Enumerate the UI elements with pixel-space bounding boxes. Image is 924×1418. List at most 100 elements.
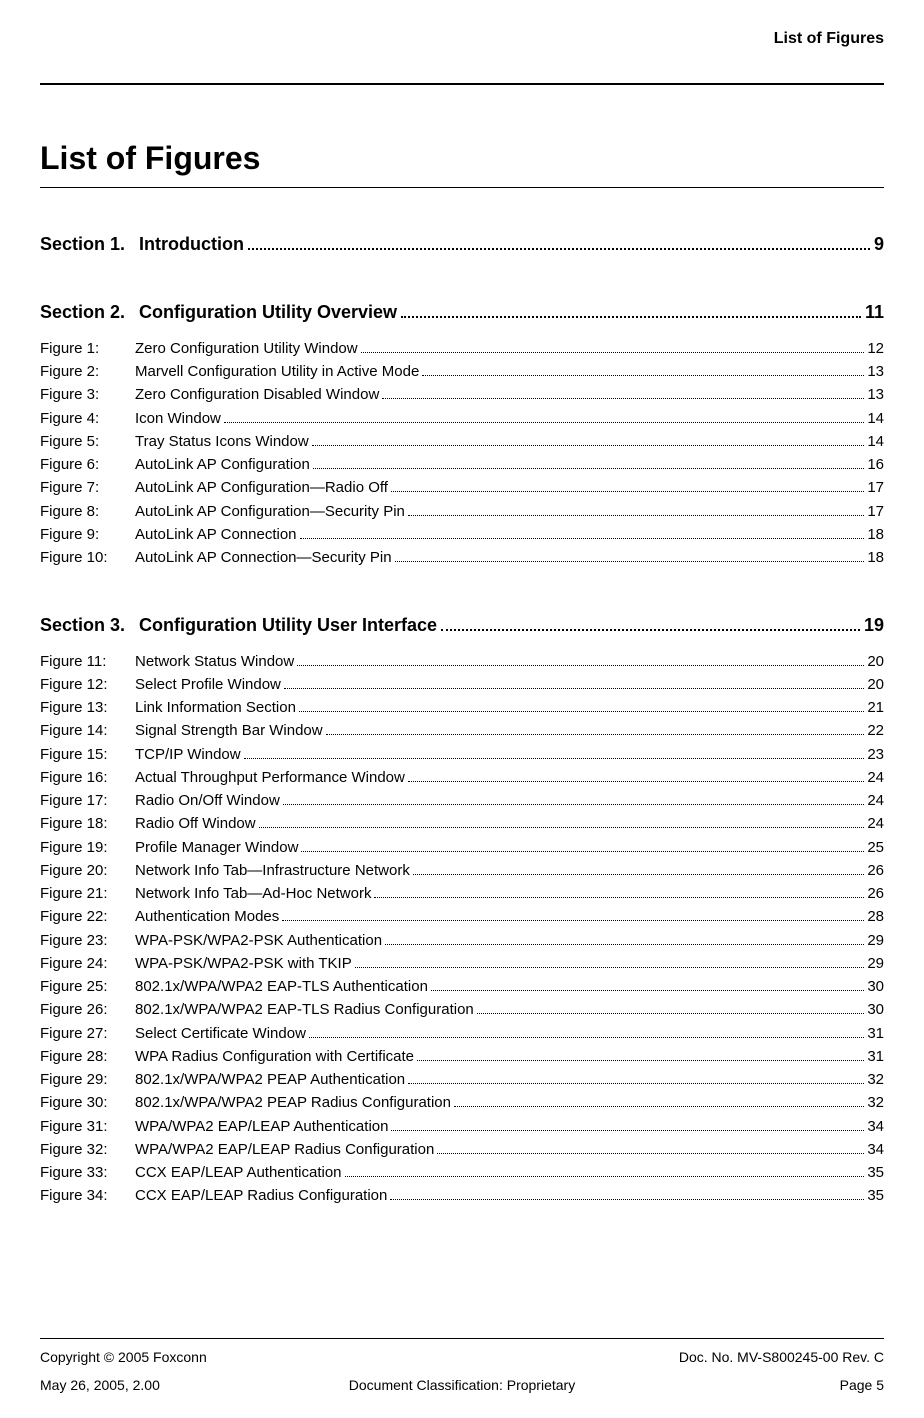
section-label: Section 3. — [40, 614, 125, 637]
figure-label: Figure 21: — [40, 882, 135, 905]
figure-page: 23 — [867, 743, 884, 766]
figure-label: Figure 14: — [40, 719, 135, 742]
toc-figure-row: Figure 21:Network Info Tab—Ad-Hoc Networ… — [40, 882, 884, 905]
figure-label: Figure 30: — [40, 1091, 135, 1114]
figure-label: Figure 6: — [40, 453, 135, 476]
leader-dots — [437, 1153, 864, 1154]
title-rule — [40, 187, 884, 188]
leader-dots — [390, 1199, 864, 1200]
figure-label: Figure 8: — [40, 500, 135, 523]
leader-dots — [385, 944, 864, 945]
toc-figure-row: Figure 31:WPA/WPA2 EAP/LEAP Authenticati… — [40, 1115, 884, 1138]
figure-title: Zero Configuration Disabled Window — [135, 383, 379, 406]
leader-dots — [382, 398, 864, 399]
figure-label: Figure 5: — [40, 430, 135, 453]
section-label: Section 2. — [40, 301, 125, 324]
figure-title: Actual Throughput Performance Window — [135, 766, 405, 789]
figure-page: 18 — [867, 546, 884, 569]
figure-label: Figure 31: — [40, 1115, 135, 1138]
toc-figure-row: Figure 12:Select Profile Window 20 — [40, 673, 884, 696]
figure-label: Figure 18: — [40, 812, 135, 835]
footer-date: May 26, 2005, 2.00 — [40, 1377, 280, 1393]
toc-figure-row: Figure 7:AutoLink AP Configuration—Radio… — [40, 476, 884, 499]
footer-docno: Doc. No. MV-S800245-00 Rev. C — [644, 1349, 884, 1365]
toc-figure-row: Figure 8:AutoLink AP Configuration—Secur… — [40, 500, 884, 523]
section-title: Configuration Utility User Interface — [139, 614, 437, 637]
leader-dots — [297, 665, 864, 666]
toc-figure-row: Figure 23:WPA-PSK/WPA2-PSK Authenticatio… — [40, 929, 884, 952]
figure-title: Signal Strength Bar Window — [135, 719, 323, 742]
figure-title: 802.1x/WPA/WPA2 PEAP Radius Configuratio… — [135, 1091, 451, 1114]
figure-page: 13 — [867, 383, 884, 406]
figure-page: 35 — [867, 1161, 884, 1184]
toc-figure-row: Figure 15:TCP/IP Window 23 — [40, 743, 884, 766]
header-rule — [40, 83, 884, 85]
toc-section-row: Section 3. Configuration Utility User Int… — [40, 614, 884, 637]
figure-page: 16 — [867, 453, 884, 476]
section-title: Introduction — [139, 233, 244, 256]
leader-dots — [413, 874, 864, 875]
footer-copyright: Copyright © 2005 Foxconn — [40, 1349, 280, 1365]
figure-label: Figure 23: — [40, 929, 135, 952]
toc-body: Section 1.Introduction 9 Section 2. Config… — [40, 233, 884, 1208]
figure-title: WPA Radius Configuration with Certificat… — [135, 1045, 414, 1068]
toc-section-row: Section 2. Configuration Utility Overview… — [40, 301, 884, 324]
figure-title: Authentication Modes — [135, 905, 279, 928]
figure-title: AutoLink AP Configuration — [135, 453, 310, 476]
figure-page: 14 — [867, 407, 884, 430]
toc-figure-row: Figure 19:Profile Manager Window 25 — [40, 836, 884, 859]
toc-figure-row: Figure 24:WPA-PSK/WPA2-PSK with TKIP 29 — [40, 952, 884, 975]
figure-page: 17 — [867, 500, 884, 523]
figure-title: Network Info Tab—Infrastructure Network — [135, 859, 410, 882]
leader-dots — [431, 990, 864, 991]
figure-label: Figure 20: — [40, 859, 135, 882]
toc-figure-row: Figure 29:802.1x/WPA/WPA2 PEAP Authentic… — [40, 1068, 884, 1091]
toc-figure-row: Figure 25:802.1x/WPA/WPA2 EAP-TLS Authen… — [40, 975, 884, 998]
leader-dots — [391, 491, 864, 492]
toc-figure-row: Figure 6:AutoLink AP Configuration 16 — [40, 453, 884, 476]
toc-figure-row: Figure 2:Marvell Configuration Utility i… — [40, 360, 884, 383]
footer-page: Page 5 — [644, 1377, 884, 1393]
figure-title: WPA-PSK/WPA2-PSK Authentication — [135, 929, 382, 952]
figure-page: 29 — [867, 929, 884, 952]
figure-label: Figure 12: — [40, 673, 135, 696]
figure-label: Figure 15: — [40, 743, 135, 766]
leader-dots — [300, 538, 865, 539]
figure-page: 30 — [867, 975, 884, 998]
leader-dots — [301, 851, 864, 852]
section-title: Configuration Utility Overview — [139, 301, 397, 324]
toc-figure-row: Figure 20:Network Info Tab—Infrastructur… — [40, 859, 884, 882]
toc-figure-row: Figure 22:Authentication Modes 28 — [40, 905, 884, 928]
toc-figure-row: Figure 27:Select Certificate Window 31 — [40, 1022, 884, 1045]
figure-title: Marvell Configuration Utility in Active … — [135, 360, 419, 383]
leader-dots — [284, 688, 864, 689]
figure-label: Figure 7: — [40, 476, 135, 499]
figure-title: Link Information Section — [135, 696, 296, 719]
figure-title: Icon Window — [135, 407, 221, 430]
figure-title: AutoLink AP Configuration—Radio Off — [135, 476, 388, 499]
figure-title: WPA/WPA2 EAP/LEAP Authentication — [135, 1115, 388, 1138]
figure-page: 24 — [867, 789, 884, 812]
footer-rule — [40, 1338, 884, 1339]
figure-title: CCX EAP/LEAP Authentication — [135, 1161, 342, 1184]
toc-figure-row: Figure 4:Icon Window 14 — [40, 407, 884, 430]
figure-label: Figure 3: — [40, 383, 135, 406]
figure-label: Figure 28: — [40, 1045, 135, 1068]
figure-title: AutoLink AP Connection — [135, 523, 297, 546]
figure-title: 802.1x/WPA/WPA2 EAP-TLS Radius Configura… — [135, 998, 474, 1021]
toc-figure-row: Figure 14:Signal Strength Bar Window 22 — [40, 719, 884, 742]
figure-page: 18 — [867, 523, 884, 546]
leader-dots — [401, 316, 861, 318]
figure-label: Figure 2: — [40, 360, 135, 383]
leader-dots — [299, 711, 864, 712]
leader-dots — [345, 1176, 865, 1177]
figure-label: Figure 16: — [40, 766, 135, 789]
figure-title: Radio On/Off Window — [135, 789, 280, 812]
toc-figure-row: Figure 18:Radio Off Window 24 — [40, 812, 884, 835]
figure-label: Figure 9: — [40, 523, 135, 546]
leader-dots — [408, 515, 864, 516]
toc-section-row: Section 1.Introduction 9 — [40, 233, 884, 256]
figure-page: 34 — [867, 1115, 884, 1138]
leader-dots — [312, 445, 865, 446]
figure-page: 21 — [867, 696, 884, 719]
